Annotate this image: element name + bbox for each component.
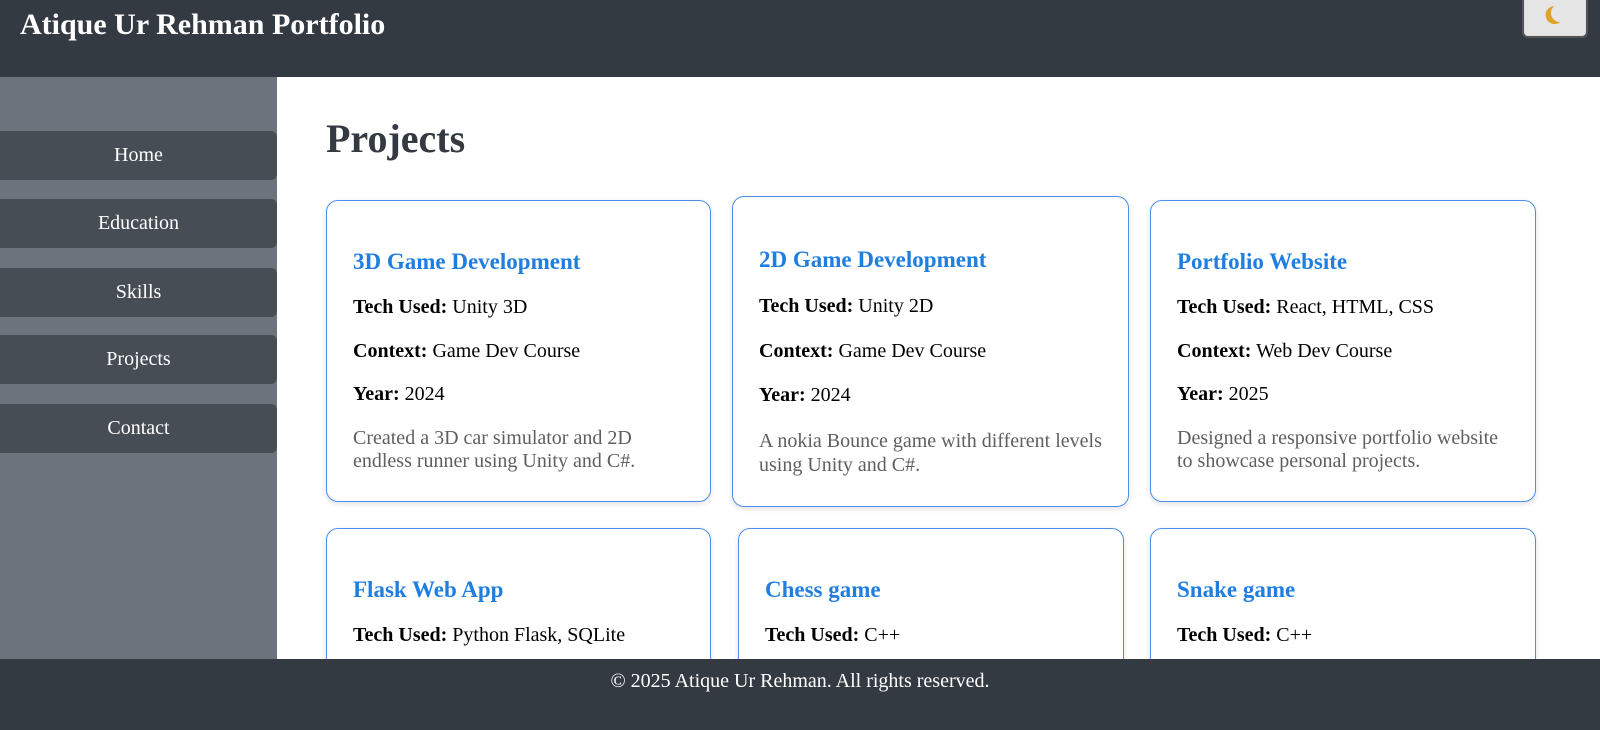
tech-label: Tech Used:: [353, 296, 448, 318]
project-tech: Tech Used: C++: [1177, 624, 1312, 647]
tech-value: React, HTML, CSS: [1276, 296, 1435, 318]
project-description: Designed a responsive portfolio website …: [1177, 427, 1499, 472]
project-tech: Tech Used: React, HTML, CSS: [1177, 296, 1434, 319]
context-value: Web Dev Course: [1256, 340, 1393, 362]
project-year: Year: 2024: [353, 383, 445, 406]
project-title: Snake game: [1177, 577, 1296, 602]
tech-label: Tech Used:: [1177, 624, 1272, 646]
year-value: 2024: [810, 384, 851, 406]
main-content: Projects 3D Game Development Tech Used: …: [277, 77, 1600, 659]
sidebar-item-skills[interactable]: Skills: [0, 268, 277, 317]
project-title: Chess game: [765, 577, 881, 602]
year-label: Year:: [759, 384, 806, 406]
project-context: Context: Game Dev Course: [759, 340, 986, 363]
tech-value: Python Flask, SQLite: [452, 624, 626, 646]
project-card[interactable]: Chess game Tech Used: C++: [738, 528, 1124, 659]
project-context: Context: Game Dev Course: [353, 340, 580, 363]
moon-icon: [1550, 3, 1571, 24]
project-context: Context: Web Dev Course: [1177, 340, 1392, 363]
project-title: 3D Game Development: [353, 249, 581, 274]
project-card[interactable]: Flask Web App Tech Used: Python Flask, S…: [326, 528, 711, 659]
sidebar-item-contact[interactable]: Contact: [0, 404, 277, 453]
sidebar: Home Education Skills Projects Contact: [0, 77, 277, 659]
project-card[interactable]: 2D Game Development Tech Used: Unity 2D …: [732, 196, 1129, 507]
project-title: Portfolio Website: [1177, 249, 1348, 274]
year-value: 2025: [1228, 383, 1269, 405]
project-tech: Tech Used: Unity 3D: [353, 296, 527, 319]
tech-label: Tech Used:: [353, 624, 448, 646]
sidebar-item-education[interactable]: Education: [0, 199, 277, 248]
site-footer: © 2025 Atique Ur Rehman. All rights rese…: [0, 659, 1600, 730]
context-label: Context:: [759, 340, 834, 362]
tech-label: Tech Used:: [759, 295, 854, 317]
sidebar-item-home[interactable]: Home: [0, 131, 277, 180]
project-description: Created a 3D car simulator and 2D endles…: [353, 427, 636, 472]
tech-value: C++: [864, 624, 901, 646]
tech-label: Tech Used:: [1177, 296, 1272, 318]
project-card[interactable]: 3D Game Development Tech Used: Unity 3D …: [326, 200, 711, 502]
context-value: Game Dev Course: [838, 340, 987, 362]
year-value: 2024: [404, 383, 445, 405]
tech-value: Unity 2D: [858, 295, 934, 317]
project-tech: Tech Used: C++: [765, 624, 900, 647]
tech-label: Tech Used:: [765, 624, 860, 646]
context-label: Context:: [1177, 340, 1252, 362]
project-title: Flask Web App: [353, 577, 504, 602]
project-year: Year: 2024: [759, 384, 851, 407]
sidebar-item-projects[interactable]: Projects: [0, 335, 277, 384]
project-year: Year: 2025: [1177, 383, 1269, 406]
project-tech: Tech Used: Unity 2D: [759, 295, 933, 318]
copyright-text: © 2025 Atique Ur Rehman. All rights rese…: [610, 670, 990, 692]
site-header: Atique Ur Rehman Portfolio: [0, 0, 1600, 77]
project-tech: Tech Used: Python Flask, SQLite: [353, 624, 625, 647]
tech-value: Unity 3D: [452, 296, 528, 318]
project-card[interactable]: Snake game Tech Used: C++: [1150, 528, 1536, 659]
project-title: 2D Game Development: [759, 247, 987, 272]
page-title: Projects: [326, 116, 466, 161]
project-card[interactable]: Portfolio Website Tech Used: React, HTML…: [1150, 200, 1536, 502]
theme-toggle-button[interactable]: [1522, 0, 1588, 38]
year-label: Year:: [1177, 383, 1224, 405]
site-title: Atique Ur Rehman Portfolio: [20, 8, 386, 41]
project-description: A nokia Bounce game with different level…: [759, 430, 1102, 476]
year-label: Year:: [353, 383, 400, 405]
context-value: Game Dev Course: [432, 340, 581, 362]
context-label: Context:: [353, 340, 428, 362]
tech-value: C++: [1276, 624, 1313, 646]
